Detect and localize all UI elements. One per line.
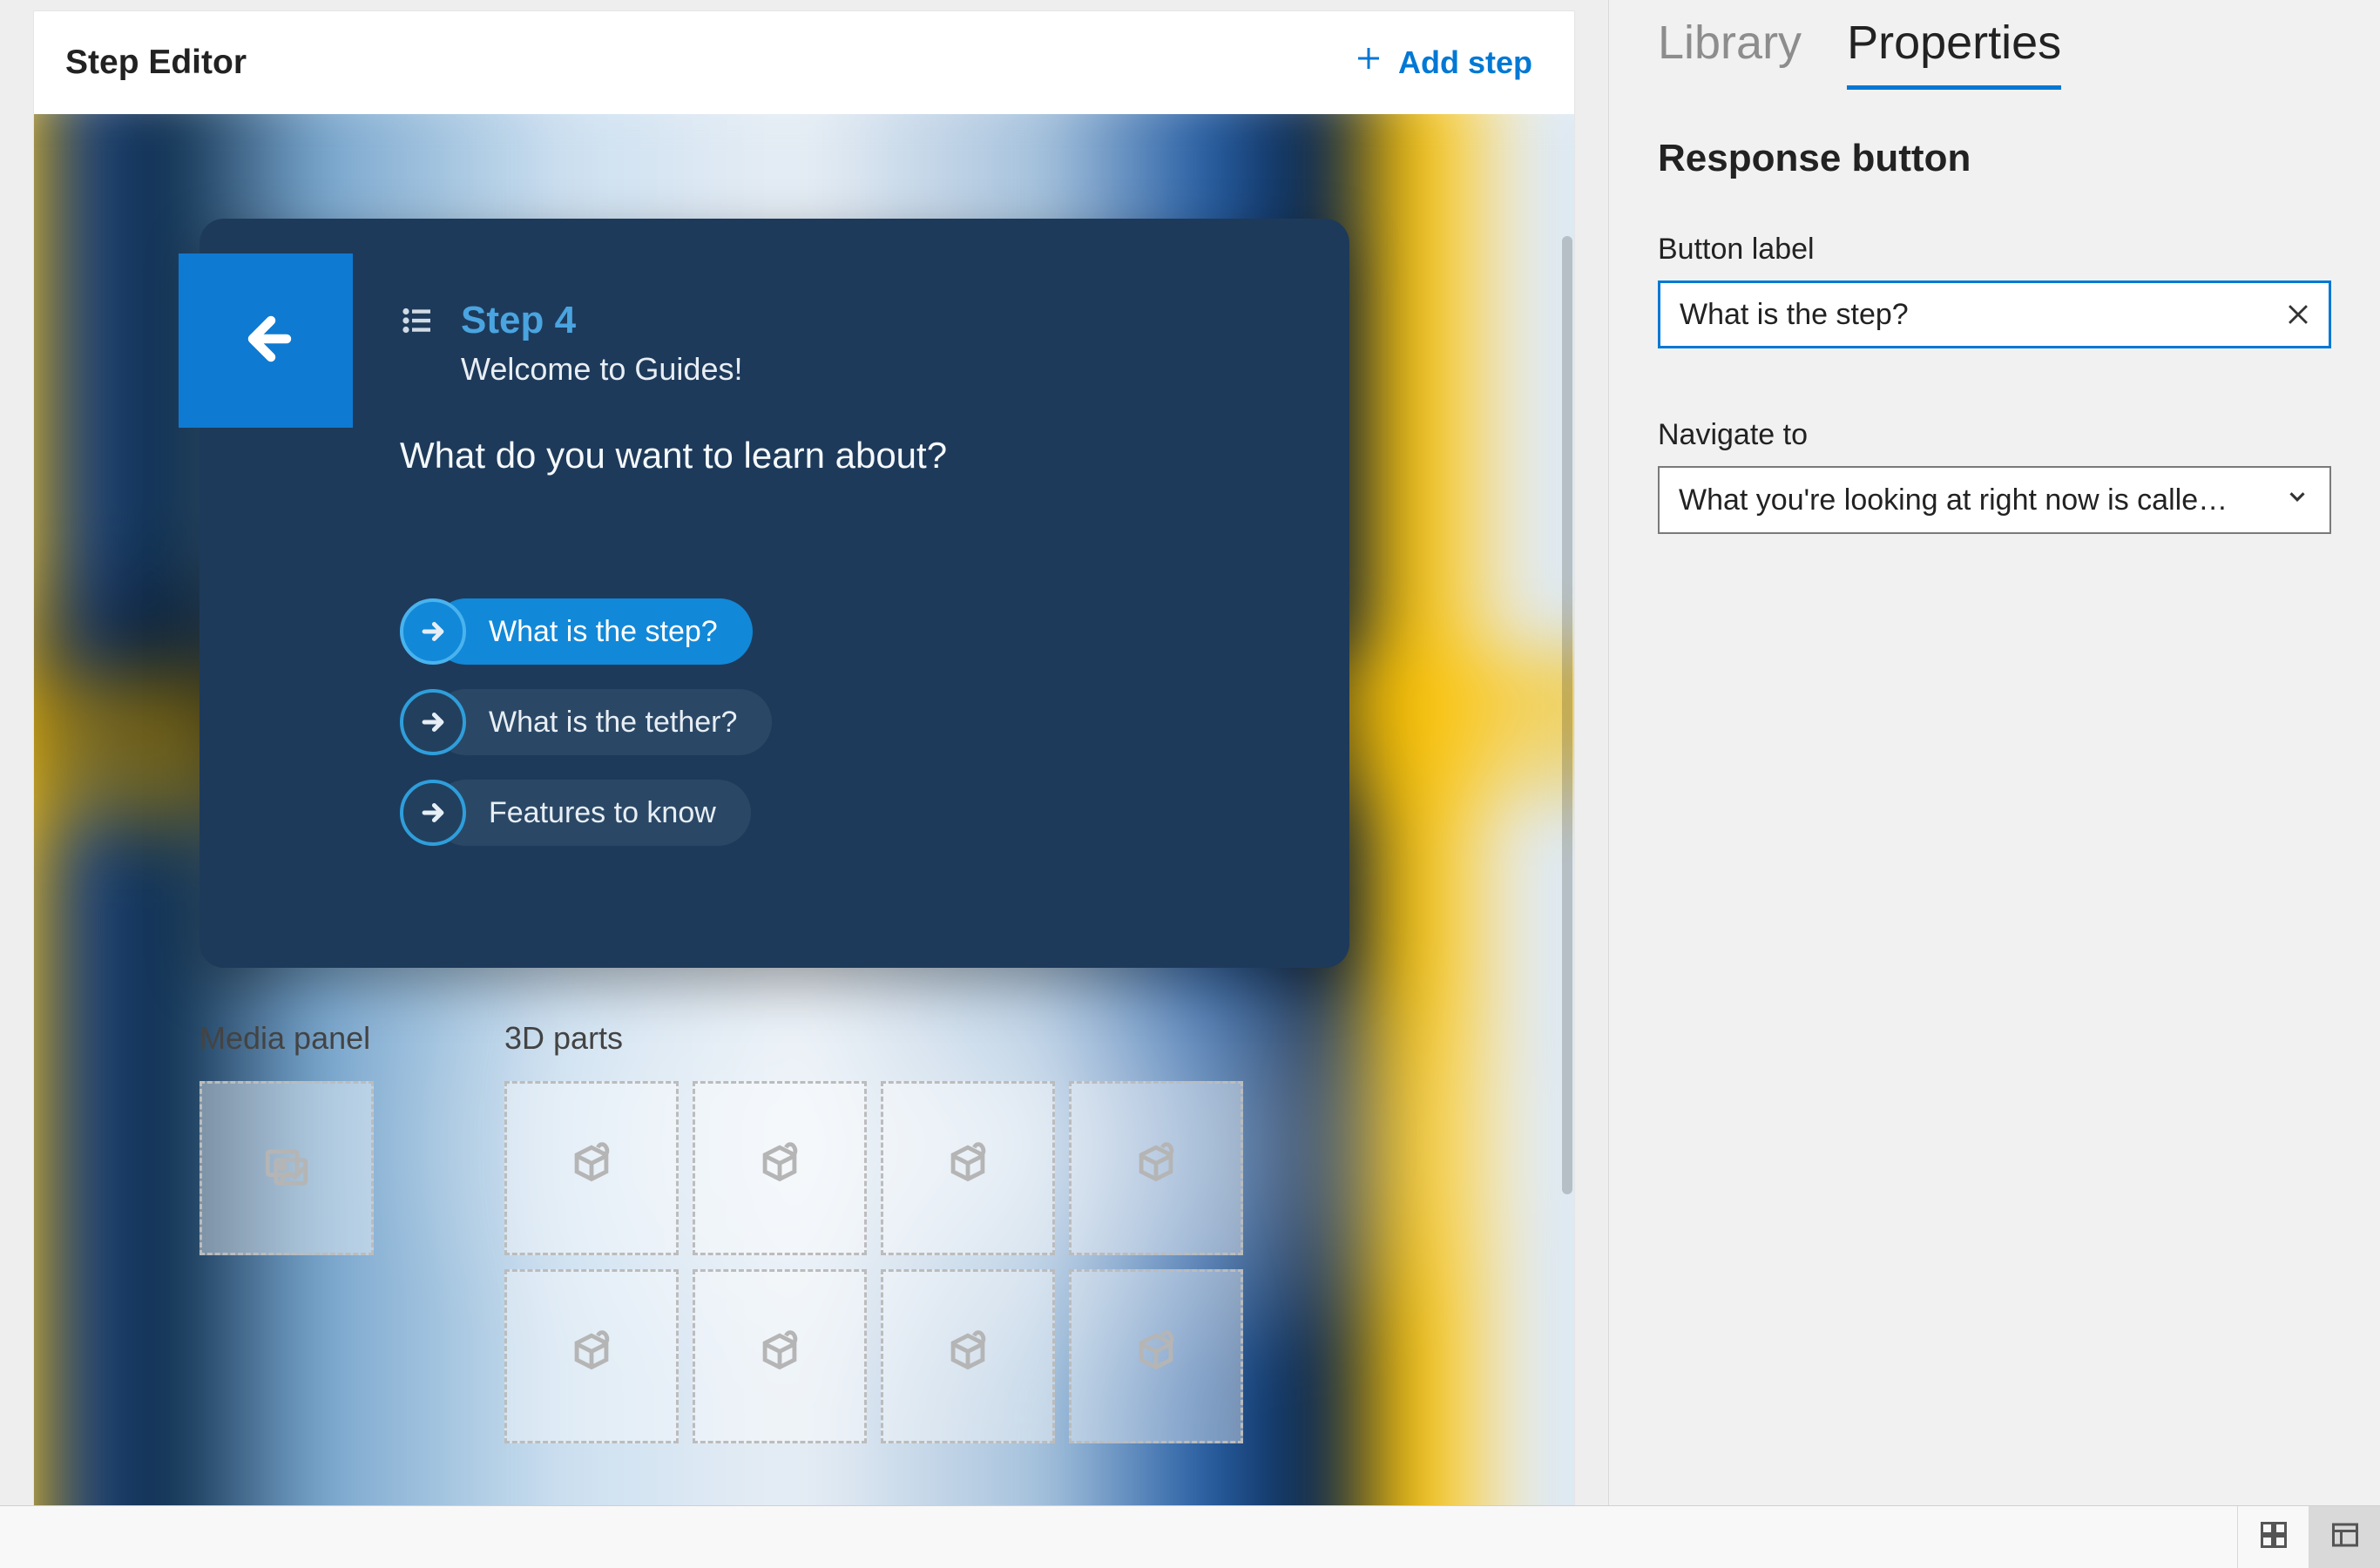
button-label-input[interactable]: [1680, 298, 2268, 332]
part-slot[interactable]: [1069, 1269, 1243, 1443]
response-label: What is the tether?: [433, 689, 772, 755]
step-card: Step 4 Welcome to Guides! What do you wa…: [199, 219, 1349, 968]
step-question: What do you want to learn about?: [400, 435, 947, 476]
part-slot[interactable]: [881, 1269, 1055, 1443]
inspector-panel: Library Properties Response button Butto…: [1608, 0, 2380, 1568]
step-subtitle: Welcome to Guides!: [461, 351, 742, 388]
step-number: Step 4: [461, 299, 742, 342]
grid-icon: [2258, 1519, 2289, 1555]
plus-icon: [1353, 43, 1384, 82]
step-header: Step 4 Welcome to Guides!: [400, 299, 742, 388]
editor-header: Step Editor Add step: [34, 11, 1574, 114]
response-label: What is the step?: [433, 598, 753, 665]
part-slot[interactable]: [693, 1269, 867, 1443]
app-root: Step Editor Add step: [0, 0, 2380, 1568]
response-button-1[interactable]: What is the step?: [400, 598, 772, 665]
navigate-to-value: What you're looking at right now is call…: [1679, 483, 2228, 517]
bottom-panels: Media panel 3D parts: [199, 1020, 1513, 1457]
editor-panel: Step Editor Add step: [33, 10, 1575, 1568]
arrow-left-icon: [234, 308, 297, 375]
part-slot[interactable]: [504, 1269, 679, 1443]
canvas-column: Step Editor Add step: [0, 0, 1608, 1568]
part-slot[interactable]: [693, 1081, 867, 1255]
cube-icon: [943, 1329, 993, 1384]
tab-properties[interactable]: Properties: [1847, 16, 2061, 90]
part-slot[interactable]: [881, 1081, 1055, 1255]
cube-icon: [1131, 1329, 1181, 1384]
add-step-button[interactable]: Add step: [1353, 43, 1532, 82]
navigate-to-field-label: Navigate to: [1658, 418, 2331, 452]
grid-view-button[interactable]: [2237, 1506, 2309, 1568]
arrow-right-icon: [400, 689, 466, 755]
part-slot[interactable]: [1069, 1081, 1243, 1255]
list-icon: [400, 299, 436, 343]
button-label-field-label: Button label: [1658, 233, 2331, 267]
clear-button[interactable]: [2283, 300, 2313, 329]
image-icon: [261, 1141, 312, 1196]
media-slot[interactable]: [199, 1081, 374, 1255]
page-title: Step Editor: [65, 44, 247, 82]
response-list: What is the step? What is the tether?: [400, 598, 772, 846]
back-button[interactable]: [179, 253, 353, 428]
section-title: Response button: [1658, 137, 2331, 180]
response-button-2[interactable]: What is the tether?: [400, 689, 772, 755]
tab-library[interactable]: Library: [1658, 16, 1802, 90]
preview-area: Step 4 Welcome to Guides! What do you wa…: [34, 114, 1574, 1567]
arrow-right-icon: [400, 780, 466, 846]
add-step-label: Add step: [1398, 44, 1532, 81]
button-label-input-wrap[interactable]: [1658, 280, 2331, 348]
arrow-right-icon: [400, 598, 466, 665]
detail-icon: [2329, 1519, 2361, 1555]
parts-panel-title: 3D parts: [504, 1020, 1243, 1057]
parts-panel: 3D parts: [504, 1020, 1243, 1457]
chevron-down-icon: [2284, 483, 2310, 517]
cube-icon: [1131, 1141, 1181, 1196]
cube-icon: [943, 1141, 993, 1196]
status-bar: [0, 1505, 2380, 1568]
part-slot[interactable]: [504, 1081, 679, 1255]
cube-icon: [754, 1141, 805, 1196]
properties-section: Response button Button label Navigate to…: [1609, 90, 2380, 534]
cube-icon: [566, 1141, 617, 1196]
navigate-to-dropdown[interactable]: What you're looking at right now is call…: [1658, 466, 2331, 534]
media-panel-title: Media panel: [199, 1020, 374, 1057]
cube-icon: [566, 1329, 617, 1384]
response-button-3[interactable]: Features to know: [400, 780, 772, 846]
cube-icon: [754, 1329, 805, 1384]
inspector-tabs: Library Properties: [1609, 0, 2380, 90]
preview-content: Step 4 Welcome to Guides! What do you wa…: [34, 114, 1574, 1457]
response-label: Features to know: [433, 780, 751, 846]
detail-view-button[interactable]: [2309, 1506, 2380, 1568]
media-panel: Media panel: [199, 1020, 374, 1457]
